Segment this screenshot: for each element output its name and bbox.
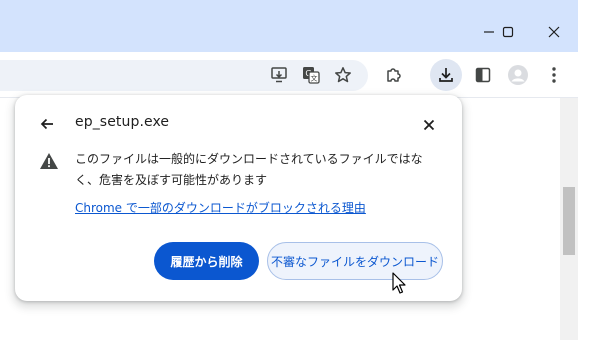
download-icon[interactable]	[430, 59, 462, 91]
window-edge	[578, 0, 590, 340]
back-arrow-icon[interactable]	[37, 114, 57, 134]
extensions-icon[interactable]	[381, 62, 407, 88]
delete-from-history-button[interactable]: 履歴から削除	[154, 242, 259, 280]
svg-text:文: 文	[311, 74, 318, 83]
download-filename: ep_setup.exe	[75, 114, 170, 130]
translate-icon[interactable]: G文	[298, 62, 324, 88]
learn-more-link[interactable]: Chrome で一部のダウンロードがブロックされる理由	[75, 199, 366, 216]
close-icon	[548, 26, 560, 38]
warning-icon	[40, 153, 58, 169]
browser-toolbar: G文	[0, 52, 590, 98]
download-bubble: ep_setup.exe このファイルは一般的にダウンロードされているファイルで…	[15, 95, 462, 301]
install-app-icon[interactable]	[266, 62, 292, 88]
maximize-icon	[502, 26, 514, 38]
profile-avatar-icon[interactable]	[505, 62, 531, 88]
warning-message: このファイルは一般的にダウンロードされているファイルではなく、危害を及ぼす可能性…	[75, 152, 423, 187]
bookmark-star-icon[interactable]	[330, 62, 356, 88]
maximize-button[interactable]	[486, 12, 530, 52]
scrollbar-thumb[interactable]	[563, 187, 575, 255]
bubble-close-icon[interactable]	[418, 114, 440, 136]
title-bar	[0, 0, 590, 52]
download-suspicious-file-button[interactable]: 不審なファイルをダウンロード	[267, 242, 443, 280]
menu-kebab-icon[interactable]	[541, 62, 567, 88]
side-panel-icon[interactable]	[470, 62, 496, 88]
mouse-cursor-icon	[392, 272, 406, 294]
window-close-button[interactable]	[532, 12, 576, 52]
